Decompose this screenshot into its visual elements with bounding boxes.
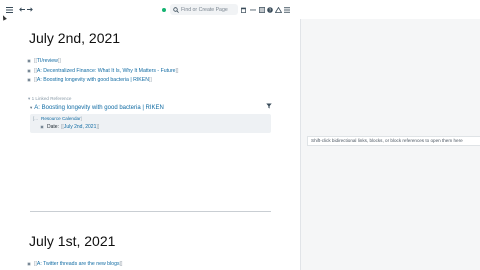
- attribute-value-link[interactable]: July 2nd, 2021: [64, 124, 97, 130]
- sidebar-hint: Shift-click bidirectional links, blocks,…: [307, 136, 480, 146]
- page-link[interactable]: TI/review: [37, 58, 58, 64]
- breadcrumb-link[interactable]: Resource Calendar: [41, 116, 81, 121]
- search-icon: [173, 6, 179, 13]
- filter-icon[interactable]: [266, 96, 272, 114]
- ellipsis-icon[interactable]: [...: [33, 116, 38, 121]
- right-sidebar: Shift-click bidirectional links, blocks,…: [301, 19, 480, 270]
- search-input[interactable]: Find or Create Page: [170, 4, 238, 15]
- bullet-icon[interactable]: [27, 261, 31, 266]
- page-link[interactable]: A: Boosting longevity with good bacteria…: [37, 77, 149, 83]
- reference-group-title[interactable]: ▾ A: Boosting longevity with good bacter…: [30, 105, 164, 111]
- page-title[interactable]: July 2nd, 2021: [29, 30, 120, 46]
- caret-down-icon[interactable]: ▾: [30, 105, 32, 111]
- block-item[interactable]: [[A: Decentralized Finance: What It Is, …: [27, 67, 178, 74]
- block-item[interactable]: [[A: Boosting longevity with good bacter…: [27, 76, 152, 83]
- search-placeholder: Find or Create Page: [181, 6, 228, 13]
- graph-overview-icon[interactable]: [259, 4, 265, 15]
- back-arrow-icon[interactable]: [18, 4, 25, 15]
- block-item[interactable]: [[A: Twitter threads are the new blogs]]: [27, 260, 122, 267]
- bullet-icon[interactable]: [27, 77, 31, 82]
- bullet-icon[interactable]: [27, 58, 31, 63]
- forward-arrow-icon[interactable]: [26, 4, 33, 15]
- right-sidebar-toggle-icon[interactable]: [284, 4, 290, 15]
- reference-attribute-row[interactable]: Date: [[July 2nd, 2021]]: [40, 124, 99, 130]
- breadcrumb: [... Resource Calendar ]: [33, 116, 82, 121]
- page-separator: [30, 211, 271, 212]
- page-link[interactable]: A: Twitter threads are the new blogs: [37, 261, 120, 267]
- plugins-icon[interactable]: [275, 4, 282, 15]
- page-link[interactable]: A: Decentralized Finance: What It Is, Wh…: [37, 68, 176, 74]
- bullet-icon[interactable]: [40, 125, 44, 129]
- linked-references-label: 1 Linked Reference: [31, 96, 72, 101]
- reference-block: [... Resource Calendar ] Date: [[July 2n…: [30, 114, 271, 133]
- attribute-key[interactable]: Date:: [47, 124, 59, 130]
- daily-notes-calendar-icon[interactable]: [240, 4, 246, 15]
- block-item[interactable]: [[TI/review]]: [27, 57, 61, 64]
- help-icon[interactable]: ?: [267, 4, 273, 15]
- top-bar: Find or Create Page ?: [0, 0, 480, 19]
- more-options-icon[interactable]: [249, 4, 256, 15]
- reference-page-link[interactable]: A: Boosting longevity with good bacteria…: [34, 105, 164, 111]
- page-title[interactable]: July 1st, 2021: [29, 233, 115, 249]
- menu-icon[interactable]: [5, 4, 13, 15]
- linked-references-toggle[interactable]: ▾ 1 Linked Reference: [28, 96, 71, 102]
- bullet-icon[interactable]: [27, 68, 31, 73]
- sync-status-dot: [162, 8, 166, 12]
